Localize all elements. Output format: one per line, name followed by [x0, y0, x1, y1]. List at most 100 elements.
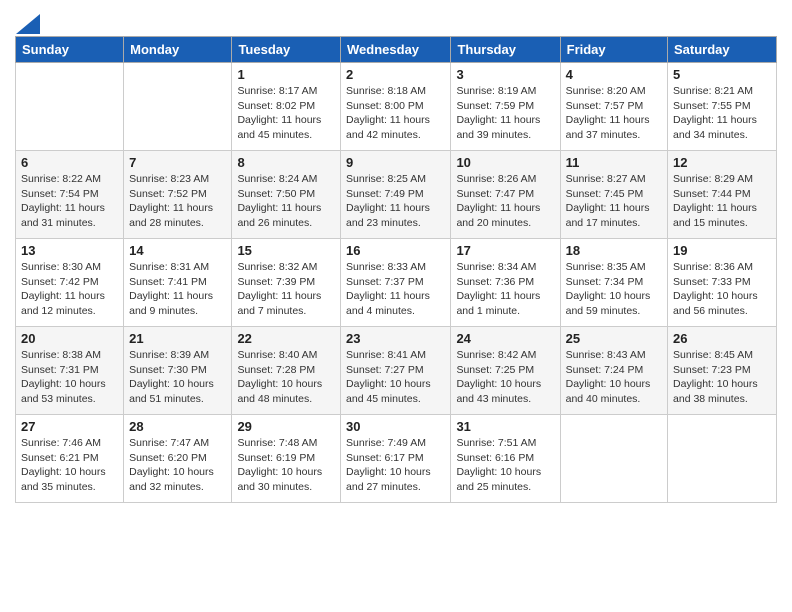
calendar-cell: 1 Sunrise: 8:17 AMSunset: 8:02 PMDaylight…: [232, 63, 341, 151]
calendar-cell: 22Sunrise: 8:40 AMSunset: 7:28 PMDayligh…: [232, 327, 341, 415]
day-info: Sunrise: 8:19 AMSunset: 7:59 PMDaylight:…: [456, 84, 554, 143]
day-number: 16: [346, 243, 445, 258]
calendar-cell: 20 Sunrise: 8:38 AMSunset: 7:31 PMDayligh…: [16, 327, 124, 415]
day-number: 9: [346, 155, 445, 170]
day-info: Sunrise: 8:22 AMSunset: 7:54 PMDaylight:…: [21, 172, 118, 231]
calendar-cell: [668, 415, 777, 503]
day-info: Sunrise: 8:33 AMSunset: 7:37 PMDaylight:…: [346, 260, 445, 319]
header-day-wednesday: Wednesday: [341, 37, 451, 63]
day-info: Sunrise: 8:38 AMSunset: 7:31 PMDaylight:…: [21, 348, 118, 407]
day-info: Sunrise: 8:30 AMSunset: 7:42 PMDaylight:…: [21, 260, 118, 319]
calendar-cell: 14 Sunrise: 8:31 AMSunset: 7:41 PMDayligh…: [124, 239, 232, 327]
day-number: 18: [566, 243, 662, 258]
logo-icon: [16, 14, 40, 34]
header-day-thursday: Thursday: [451, 37, 560, 63]
calendar-cell: 28 Sunrise: 7:47 AMSunset: 6:20 PMDayligh…: [124, 415, 232, 503]
day-number: 29: [237, 419, 335, 434]
day-number: 7: [129, 155, 226, 170]
calendar-cell: 18 Sunrise: 8:35 AMSunset: 7:34 PMDayligh…: [560, 239, 667, 327]
day-info: Sunrise: 8:20 AMSunset: 7:57 PMDaylight:…: [566, 84, 662, 143]
day-number: 14: [129, 243, 226, 258]
day-info: Sunrise: 8:18 AMSunset: 8:00 PMDaylight:…: [346, 84, 445, 143]
day-info: Sunrise: 7:47 AMSunset: 6:20 PMDaylight:…: [129, 436, 226, 495]
calendar-cell: 11 Sunrise: 8:27 AMSunset: 7:45 PMDayligh…: [560, 151, 667, 239]
day-number: 1: [237, 67, 335, 82]
day-info: Sunrise: 8:34 AMSunset: 7:36 PMDaylight:…: [456, 260, 554, 319]
calendar-week-1: 1 Sunrise: 8:17 AMSunset: 8:02 PMDaylight…: [16, 63, 777, 151]
calendar-cell: 4 Sunrise: 8:20 AMSunset: 7:57 PMDaylight…: [560, 63, 667, 151]
calendar-cell: 23 Sunrise: 8:41 AMSunset: 7:27 PMDayligh…: [341, 327, 451, 415]
day-info: Sunrise: 8:17 AMSunset: 8:02 PMDaylight:…: [237, 84, 335, 143]
day-info: Sunrise: 7:49 AMSunset: 6:17 PMDaylight:…: [346, 436, 445, 495]
calendar-cell: 3Sunrise: 8:19 AMSunset: 7:59 PMDaylight…: [451, 63, 560, 151]
header-day-sunday: Sunday: [16, 37, 124, 63]
day-number: 24: [456, 331, 554, 346]
day-info: Sunrise: 8:31 AMSunset: 7:41 PMDaylight:…: [129, 260, 226, 319]
calendar-week-2: 6 Sunrise: 8:22 AMSunset: 7:54 PMDaylight…: [16, 151, 777, 239]
day-info: Sunrise: 8:25 AMSunset: 7:49 PMDaylight:…: [346, 172, 445, 231]
calendar-week-5: 27 Sunrise: 7:46 AMSunset: 6:21 PMDayligh…: [16, 415, 777, 503]
day-number: 2: [346, 67, 445, 82]
day-number: 20: [21, 331, 118, 346]
calendar-cell: 10Sunrise: 8:26 AMSunset: 7:47 PMDayligh…: [451, 151, 560, 239]
day-info: Sunrise: 8:36 AMSunset: 7:33 PMDaylight:…: [673, 260, 771, 319]
calendar-cell: 21 Sunrise: 8:39 AMSunset: 7:30 PMDayligh…: [124, 327, 232, 415]
calendar-cell: [560, 415, 667, 503]
calendar-cell: 15 Sunrise: 8:32 AMSunset: 7:39 PMDayligh…: [232, 239, 341, 327]
day-number: 23: [346, 331, 445, 346]
day-number: 19: [673, 243, 771, 258]
day-info: Sunrise: 8:29 AMSunset: 7:44 PMDaylight:…: [673, 172, 771, 231]
header-day-friday: Friday: [560, 37, 667, 63]
day-info: Sunrise: 8:41 AMSunset: 7:27 PMDaylight:…: [346, 348, 445, 407]
day-info: Sunrise: 8:26 AMSunset: 7:47 PMDaylight:…: [456, 172, 554, 231]
day-number: 25: [566, 331, 662, 346]
day-info: Sunrise: 8:21 AMSunset: 7:55 PMDaylight:…: [673, 84, 771, 143]
day-number: 15: [237, 243, 335, 258]
day-info: Sunrise: 8:23 AMSunset: 7:52 PMDaylight:…: [129, 172, 226, 231]
calendar-cell: 13 Sunrise: 8:30 AMSunset: 7:42 PMDayligh…: [16, 239, 124, 327]
day-info: Sunrise: 8:39 AMSunset: 7:30 PMDaylight:…: [129, 348, 226, 407]
day-info: Sunrise: 7:51 AMSunset: 6:16 PMDaylight:…: [456, 436, 554, 495]
day-info: Sunrise: 8:27 AMSunset: 7:45 PMDaylight:…: [566, 172, 662, 231]
calendar-cell: 19 Sunrise: 8:36 AMSunset: 7:33 PMDayligh…: [668, 239, 777, 327]
day-number: 21: [129, 331, 226, 346]
day-number: 28: [129, 419, 226, 434]
day-info: Sunrise: 7:48 AMSunset: 6:19 PMDaylight:…: [237, 436, 335, 495]
day-number: 11: [566, 155, 662, 170]
calendar-cell: 31 Sunrise: 7:51 AMSunset: 6:16 PMDayligh…: [451, 415, 560, 503]
day-info: Sunrise: 7:46 AMSunset: 6:21 PMDaylight:…: [21, 436, 118, 495]
calendar-cell: 2 Sunrise: 8:18 AMSunset: 8:00 PMDaylight…: [341, 63, 451, 151]
calendar-cell: 24Sunrise: 8:42 AMSunset: 7:25 PMDayligh…: [451, 327, 560, 415]
header-day-tuesday: Tuesday: [232, 37, 341, 63]
day-number: 4: [566, 67, 662, 82]
day-number: 30: [346, 419, 445, 434]
calendar-cell: 7 Sunrise: 8:23 AMSunset: 7:52 PMDaylight…: [124, 151, 232, 239]
calendar-cell: 12Sunrise: 8:29 AMSunset: 7:44 PMDayligh…: [668, 151, 777, 239]
calendar-cell: 9 Sunrise: 8:25 AMSunset: 7:49 PMDaylight…: [341, 151, 451, 239]
calendar-cell: 29 Sunrise: 7:48 AMSunset: 6:19 PMDayligh…: [232, 415, 341, 503]
day-number: 27: [21, 419, 118, 434]
calendar-cell: 26 Sunrise: 8:45 AMSunset: 7:23 PMDayligh…: [668, 327, 777, 415]
day-info: Sunrise: 8:45 AMSunset: 7:23 PMDaylight:…: [673, 348, 771, 407]
calendar-week-3: 13 Sunrise: 8:30 AMSunset: 7:42 PMDayligh…: [16, 239, 777, 327]
day-info: Sunrise: 8:35 AMSunset: 7:34 PMDaylight:…: [566, 260, 662, 319]
day-info: Sunrise: 8:32 AMSunset: 7:39 PMDaylight:…: [237, 260, 335, 319]
day-number: 13: [21, 243, 118, 258]
calendar-cell: 8Sunrise: 8:24 AMSunset: 7:50 PMDaylight…: [232, 151, 341, 239]
calendar-cell: 5 Sunrise: 8:21 AMSunset: 7:55 PMDaylight…: [668, 63, 777, 151]
day-number: 6: [21, 155, 118, 170]
header-day-monday: Monday: [124, 37, 232, 63]
day-number: 22: [237, 331, 335, 346]
day-number: 26: [673, 331, 771, 346]
page: SundayMondayTuesdayWednesdayThursdayFrid…: [0, 0, 792, 518]
calendar-cell: [124, 63, 232, 151]
day-number: 31: [456, 419, 554, 434]
day-info: Sunrise: 8:43 AMSunset: 7:24 PMDaylight:…: [566, 348, 662, 407]
logo: [15, 14, 40, 30]
calendar: SundayMondayTuesdayWednesdayThursdayFrid…: [15, 36, 777, 503]
calendar-cell: 25 Sunrise: 8:43 AMSunset: 7:24 PMDayligh…: [560, 327, 667, 415]
header: [15, 10, 777, 30]
day-number: 5: [673, 67, 771, 82]
header-day-saturday: Saturday: [668, 37, 777, 63]
day-number: 17: [456, 243, 554, 258]
